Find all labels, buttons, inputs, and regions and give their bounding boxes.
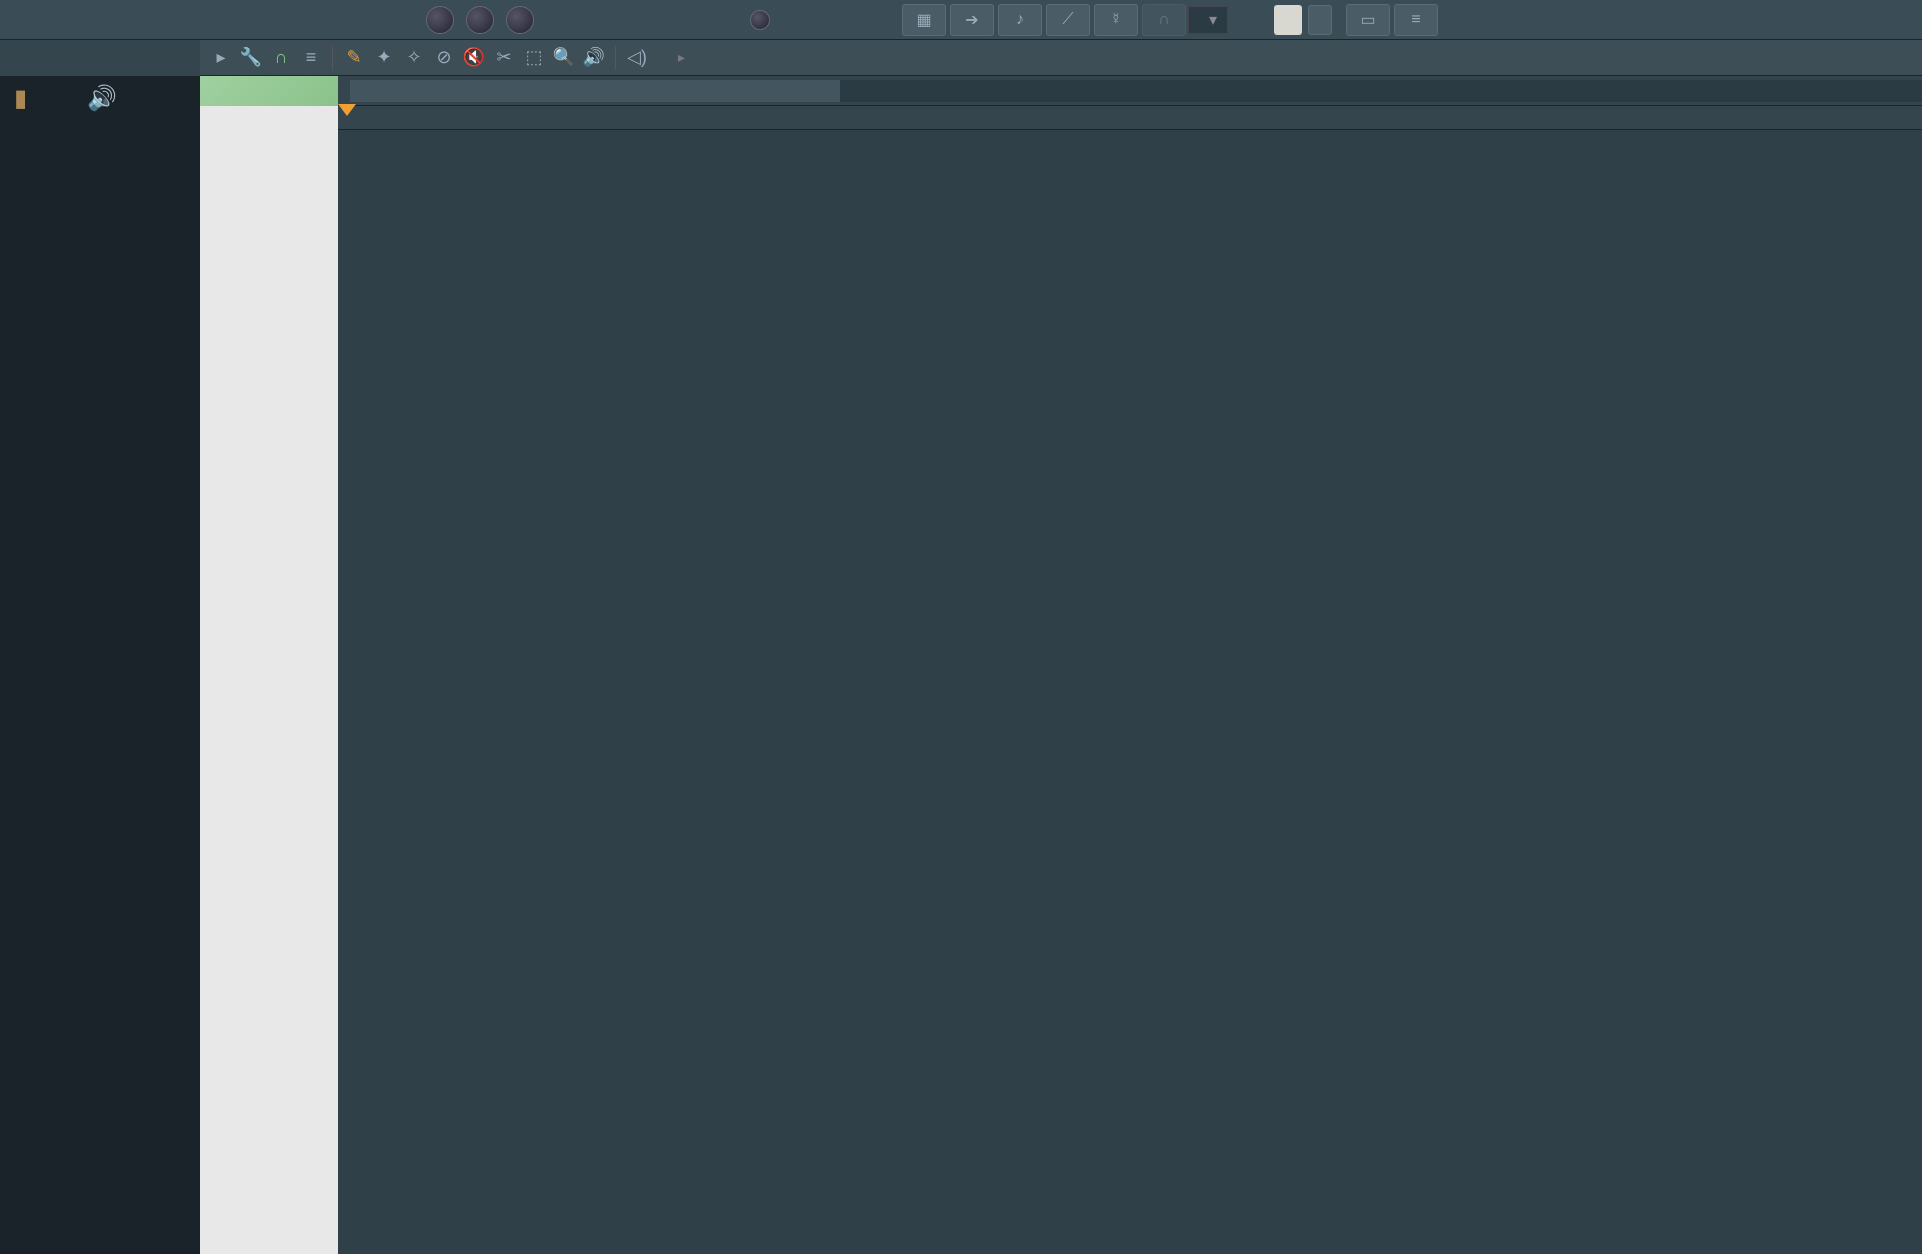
zoom-tool-icon[interactable]: 🔍	[549, 43, 579, 73]
speaker-icon[interactable]: 🔊	[87, 84, 117, 113]
playback-tool-icon[interactable]: 🔊	[579, 43, 609, 73]
tool-button-1[interactable]: ♪	[998, 4, 1042, 36]
window-button-1[interactable]: ▭	[1346, 4, 1390, 36]
tool-button-3[interactable]: ☿	[1094, 4, 1138, 36]
chevron-right-icon: ▸	[678, 49, 685, 66]
browser-icon-row: ▮ 🔊	[0, 76, 200, 120]
note-grid[interactable]	[338, 130, 1922, 1254]
knob-3[interactable]	[500, 0, 540, 40]
window-button-2[interactable]: ≡	[1394, 4, 1438, 36]
minimap-viewport[interactable]	[350, 80, 840, 102]
magnet-snap-icon[interactable]: ∩	[266, 43, 296, 73]
browser-header	[0, 40, 200, 76]
piano-roll-toolbar: ▸ 🔧 ∩ ≡ ✎ ✦ ✧ ⊘ 🔇 ✂ ⬚ 🔍 🔊 ◁) ▸	[200, 40, 1922, 76]
minimap-scroll[interactable]	[350, 80, 1922, 102]
knob-4[interactable]	[740, 0, 780, 40]
draw-tool-icon[interactable]: ✎	[339, 43, 369, 73]
slice-tool-icon[interactable]: ✂	[489, 43, 519, 73]
mute-tool-icon[interactable]: 🔇	[459, 43, 489, 73]
options-icon[interactable]: ≡	[296, 43, 326, 73]
midi-dropdown[interactable]: ▾	[1188, 6, 1228, 34]
minimap	[200, 76, 1922, 106]
browser-panel: ▮ 🔊	[0, 40, 200, 1254]
piano-roll-title[interactable]: ▸	[670, 49, 685, 66]
piano-keyboard[interactable]	[200, 106, 338, 1254]
play-icon[interactable]: ▸	[206, 43, 236, 73]
pattern-selector[interactable]	[1274, 5, 1302, 35]
knob-2[interactable]	[460, 0, 500, 40]
main-toolbar: ▦ ➔ ♪ ⟋ ☿ ∩ ▾ ▭ ≡	[0, 0, 1922, 40]
knob-1[interactable]	[420, 0, 460, 40]
brush-tool-icon[interactable]: ✧	[399, 43, 429, 73]
tool-button-2[interactable]: ⟋	[1046, 4, 1090, 36]
view-playlist-button[interactable]: ▦	[902, 4, 946, 36]
speaker-preview-icon[interactable]: ◁)	[622, 43, 652, 73]
add-pattern-button[interactable]	[1308, 5, 1332, 35]
headphones-button[interactable]: ∩	[1142, 4, 1186, 36]
select-tool-icon[interactable]: ⬚	[519, 43, 549, 73]
timeline-ruler[interactable]	[338, 106, 1922, 130]
playhead-marker[interactable]	[338, 104, 356, 116]
paint-tool-icon[interactable]: ✦	[369, 43, 399, 73]
delete-tool-icon[interactable]: ⊘	[429, 43, 459, 73]
wrench-icon[interactable]: 🔧	[236, 43, 266, 73]
forward-button[interactable]: ➔	[950, 4, 994, 36]
folder-icon[interactable]: ▮	[14, 84, 27, 113]
